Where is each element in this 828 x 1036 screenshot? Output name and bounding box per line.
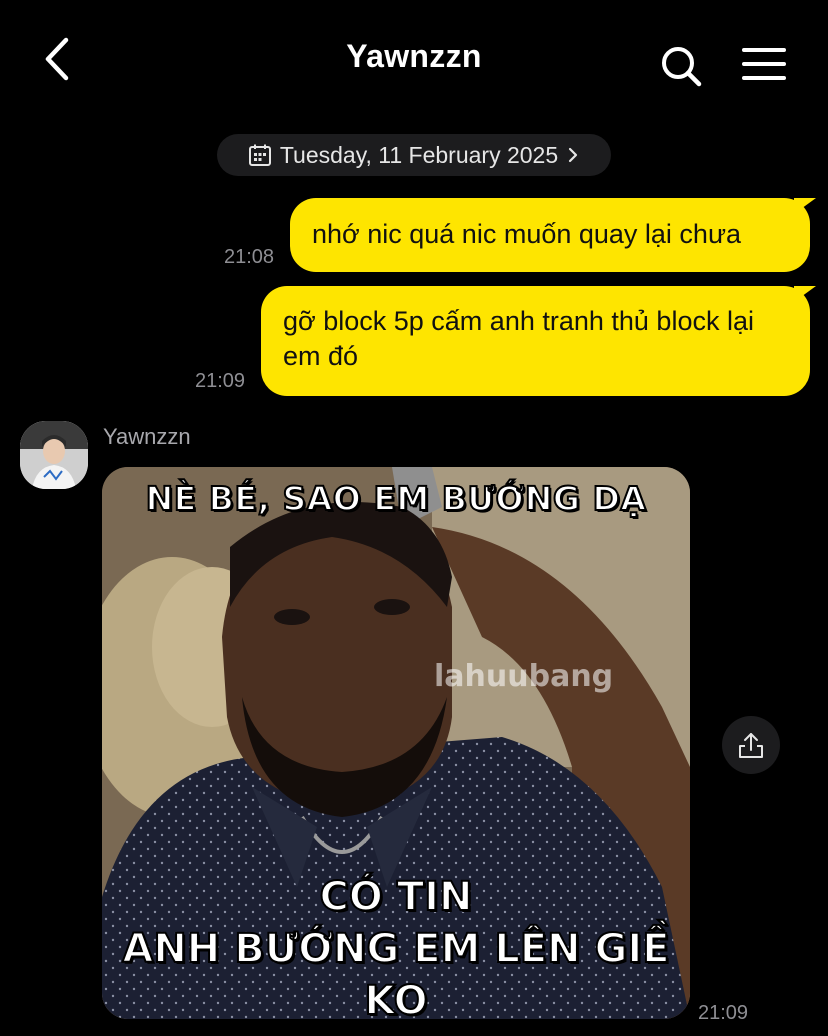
date-label: Tuesday, 11 February 2025 bbox=[279, 141, 559, 168]
image-message[interactable]: lahuubang NÈ BÉ, SAO EM BƯỚNG DẠ CÓ TIN … bbox=[102, 467, 690, 1019]
chat-header: Yawnzzn bbox=[0, 0, 828, 118]
share-button[interactable] bbox=[722, 716, 780, 774]
avatar[interactable] bbox=[20, 421, 88, 489]
calendar-icon bbox=[248, 144, 271, 166]
outgoing-message[interactable]: nhớ nic quá nic muốn quay lại chưa bbox=[290, 198, 816, 272]
chevron-right-icon bbox=[569, 147, 578, 163]
back-button[interactable] bbox=[36, 34, 82, 84]
message-time: 21:09 bbox=[698, 1002, 749, 1024]
share-icon bbox=[739, 733, 763, 758]
message-text: nhớ nic quá nic muốn quay lại chưa bbox=[312, 219, 742, 249]
message-time: 21:08 bbox=[224, 246, 275, 268]
meme-watermark: lahuubang bbox=[434, 659, 614, 694]
meme-caption-line1: CÓ TIN bbox=[319, 873, 474, 921]
search-button[interactable] bbox=[656, 40, 706, 90]
search-icon bbox=[662, 47, 702, 87]
date-divider[interactable]: Tuesday, 11 February 2025 bbox=[217, 134, 611, 176]
meme-caption-top: NÈ BÉ, SAO EM BƯỚNG DẠ bbox=[145, 478, 647, 519]
sender-name: Yawnzzn bbox=[103, 424, 191, 449]
chevron-left-icon bbox=[45, 37, 69, 81]
message-time: 21:09 bbox=[195, 370, 246, 392]
avatar-image bbox=[20, 421, 88, 489]
outgoing-message[interactable]: gỡ block 5p cấm anh tranh thủ block lại … bbox=[261, 286, 816, 396]
hamburger-menu-icon bbox=[742, 48, 786, 80]
meme-caption-bottom: CÓ TIN ANH BƯỚNG EM LÊN GIỀ KO bbox=[102, 871, 690, 1019]
meme-caption-line2: ANH BƯỚNG EM LÊN GIỀ KO bbox=[121, 925, 670, 1019]
message-text: gỡ block 5p cấm anh tranh thủ block lại … bbox=[283, 306, 754, 371]
menu-button[interactable] bbox=[738, 42, 790, 88]
